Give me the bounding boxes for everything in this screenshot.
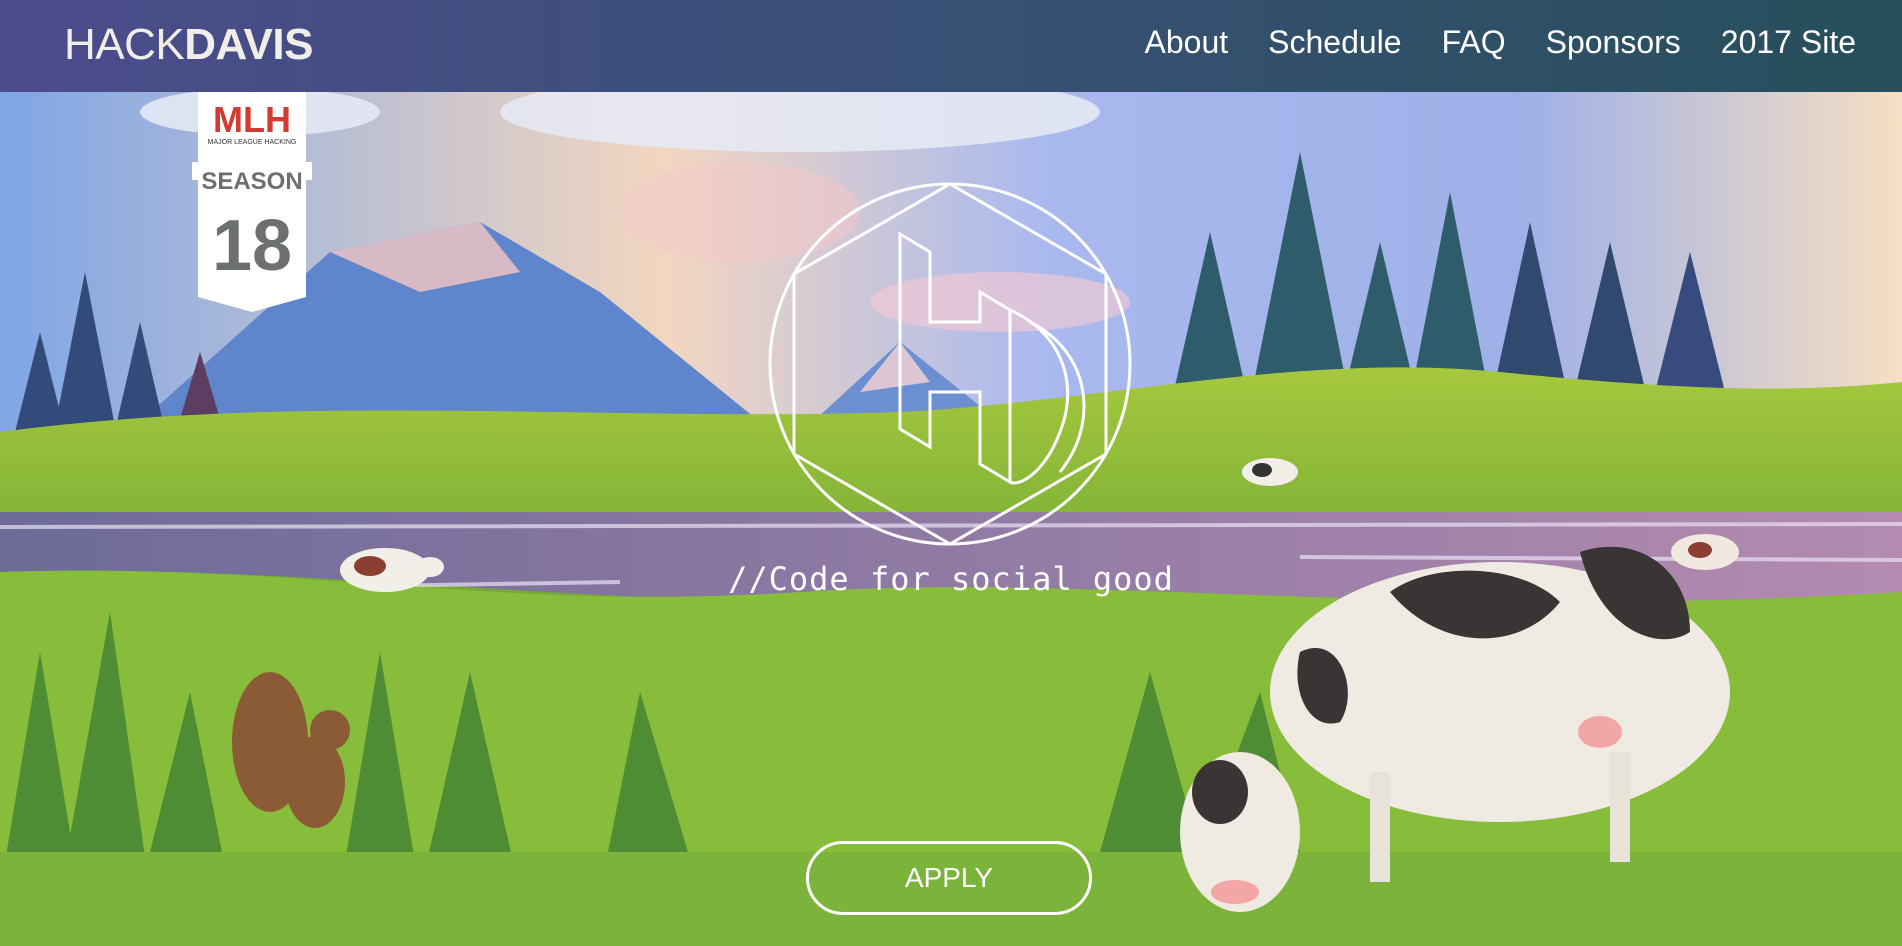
nav-link-sponsors[interactable]: Sponsors [1546, 24, 1681, 61]
nav-link-about[interactable]: About [1145, 24, 1229, 61]
brand-light-text: HACK [64, 20, 185, 69]
apply-button[interactable]: APPLY [806, 841, 1092, 915]
nav-link-schedule[interactable]: Schedule [1268, 24, 1401, 61]
brand-bold-text: DAVIS [184, 20, 313, 69]
nav-link-2017-site[interactable]: 2017 Site [1721, 24, 1856, 61]
mlh-logo-text: MLH [213, 99, 291, 140]
season-label: SEASON [201, 168, 302, 195]
mlh-tagline-text: MAJOR LEAGUE HACKING [208, 139, 297, 146]
small-cow-hill [1242, 458, 1298, 486]
hero-tagline: //Code for social good [728, 560, 1174, 598]
brand-logo[interactable]: HACKDAVIS [64, 20, 313, 70]
nav-links: About Schedule FAQ Sponsors 2017 Site [1145, 24, 1856, 61]
top-nav-bar: HACKDAVIS About Schedule FAQ Sponsors 20… [0, 0, 1902, 92]
mlh-season-badge[interactable]: MLH MAJOR LEAGUE HACKING SEASON 18 [190, 92, 314, 312]
season-number: 18 [212, 206, 292, 286]
nav-link-faq[interactable]: FAQ [1442, 24, 1506, 61]
